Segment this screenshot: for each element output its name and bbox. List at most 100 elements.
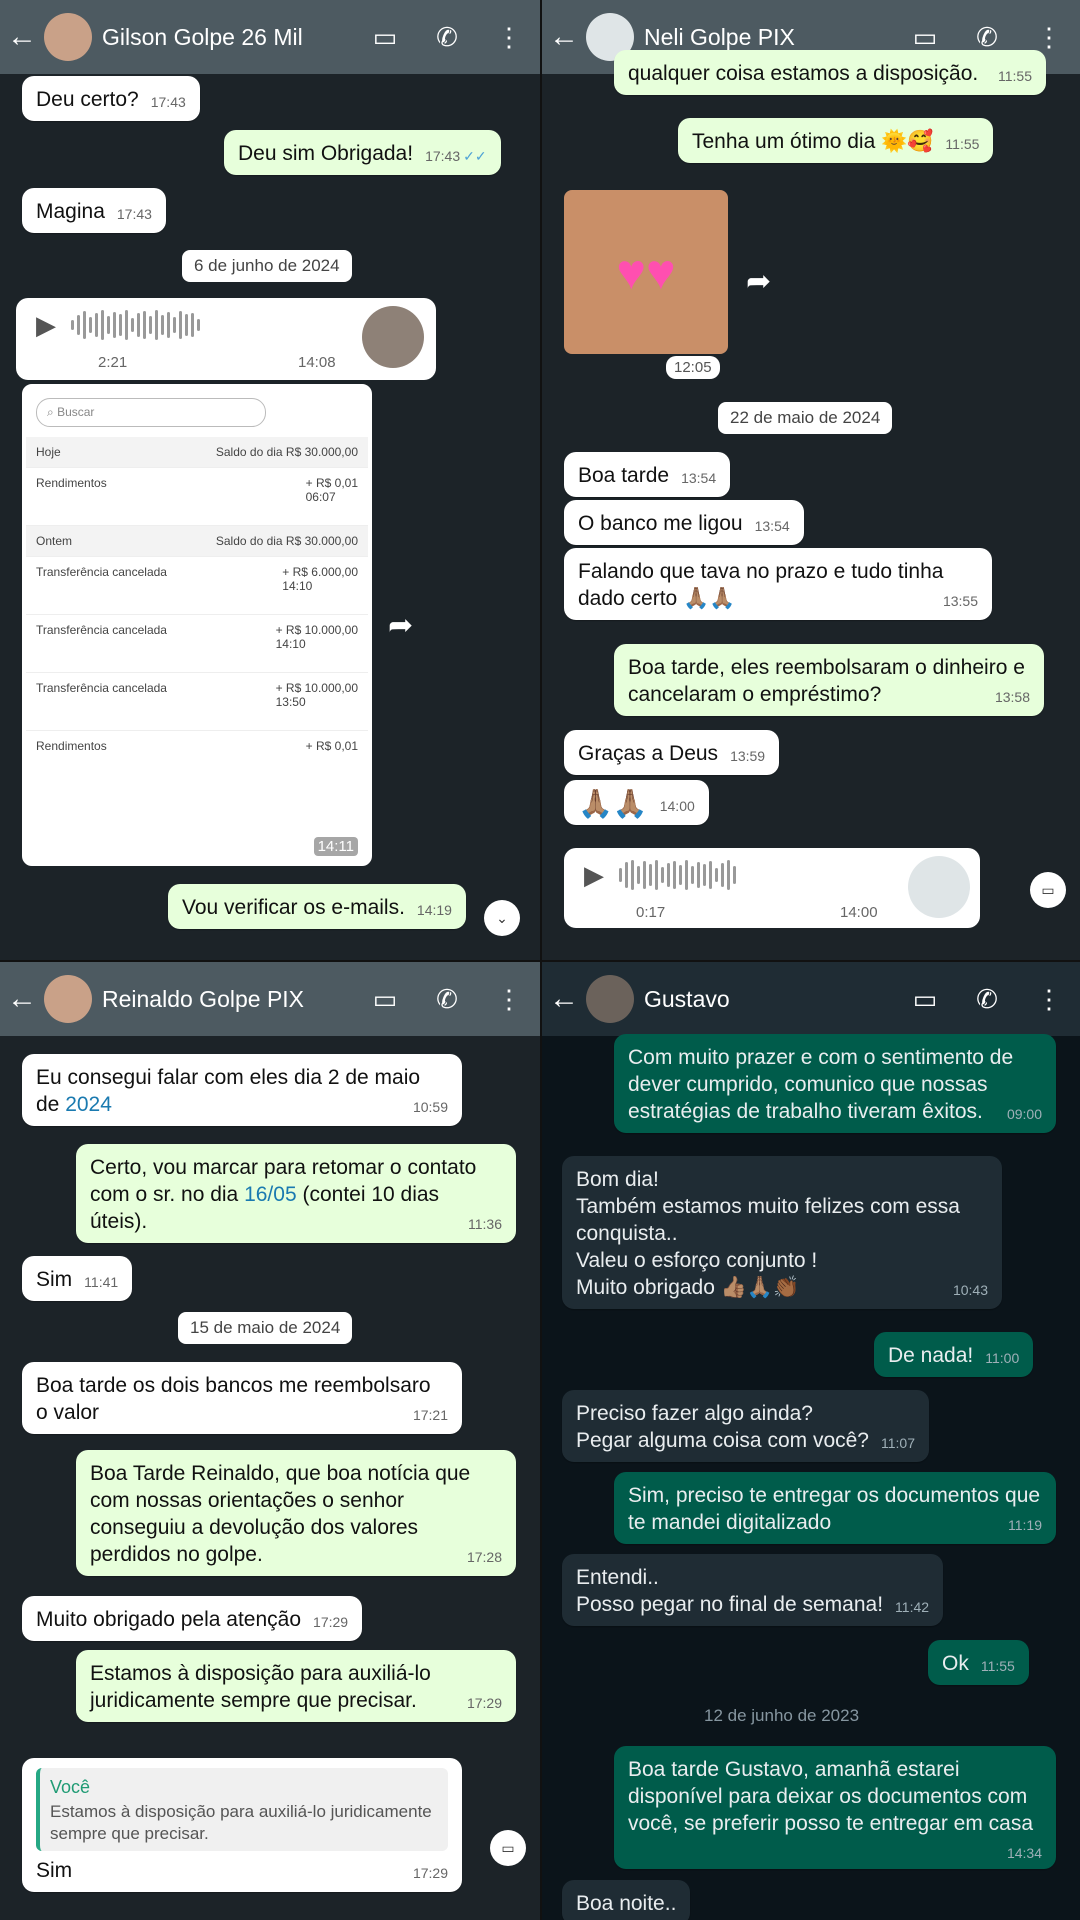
message-out[interactable]: Sim, preciso te entregar os documentos q…	[614, 1472, 1056, 1544]
message-out[interactable]: Deu sim Obrigada! 17:43 ✓✓	[224, 130, 501, 175]
message-out[interactable]: Certo, vou marcar para retomar o contato…	[76, 1144, 516, 1243]
contact-name[interactable]: Neli Golpe PIX	[644, 24, 894, 51]
message-in[interactable]: O banco me ligou 13:54	[564, 500, 804, 545]
image-message[interactable]: ⌕ Buscar Hoje Saldo do dia R$ 30.000,00 R…	[22, 384, 372, 866]
message-time: 14:11	[313, 837, 358, 856]
phone-icon[interactable]: ✆	[956, 984, 1018, 1015]
message-out[interactable]: Com muito prazer e com o sentimento de d…	[614, 1034, 1056, 1133]
video-call-icon[interactable]: ▭	[894, 984, 956, 1015]
date-separator: 6 de junho de 2024	[182, 250, 352, 282]
message-text: Muito obrigado pela atenção	[36, 1608, 302, 1631]
message-time: 14:00	[659, 798, 695, 814]
more-vert-icon[interactable]: ⋮	[478, 22, 540, 53]
chat-header: ← Gilson Golpe 26 Mil ▭ ✆ ⋮	[0, 0, 540, 74]
message-in[interactable]: Eu consegui falar com eles dia 2 de maio…	[22, 1054, 462, 1126]
forward-icon[interactable]: ➦	[746, 264, 771, 299]
message-text: Deu certo?	[36, 88, 139, 111]
message-time: 13:58	[994, 689, 1030, 705]
sticker-image[interactable]: ♥♥	[564, 190, 728, 354]
message-in[interactable]: Boa tarde os dois bancos me reembolsaro …	[22, 1362, 462, 1434]
voice-duration: 0:17	[636, 904, 666, 921]
message-out[interactable]: Boa tarde, eles reembolsaram o dinheiro …	[614, 644, 1044, 716]
play-icon[interactable]: ▶	[36, 310, 56, 341]
avatar[interactable]	[44, 975, 92, 1023]
back-arrow-icon[interactable]: ←	[542, 0, 586, 74]
play-icon[interactable]: ▶	[584, 860, 604, 891]
chat-header: ← Gustavo ▭ ✆ ⋮	[542, 962, 1080, 1036]
back-arrow-icon[interactable]: ←	[0, 962, 44, 1036]
more-vert-icon[interactable]: ⋮	[478, 984, 540, 1015]
message-text: Graças a Deus	[578, 742, 719, 765]
phone-icon[interactable]: ✆	[416, 22, 478, 53]
back-arrow-icon[interactable]: ←	[542, 962, 586, 1036]
forward-icon[interactable]: ➦	[388, 608, 413, 643]
search-input: ⌕ Buscar	[36, 398, 266, 427]
quoted-message[interactable]: Você Estamos à disposição para auxiliá-lo…	[36, 1768, 448, 1851]
message-time: 14:08	[298, 354, 336, 371]
message-out[interactable]: De nada! 11:00	[874, 1332, 1034, 1377]
message-in[interactable]: Sim 11:41	[22, 1256, 133, 1301]
message-out[interactable]: Tenha um ótimo dia 🌞🥰 11:55	[678, 118, 994, 163]
avatar	[908, 856, 970, 918]
video-call-icon[interactable]: ▭	[894, 22, 956, 53]
voice-message[interactable]: ▶ 0:17 14:00	[564, 848, 980, 928]
more-vert-icon[interactable]: ⋮	[1018, 22, 1080, 53]
message-text: Vou verificar os e-mails.	[182, 896, 405, 919]
message-out[interactable]: qualquer coisa estamos a disposição. 11:5…	[614, 50, 1046, 95]
message-time: 11:19	[1008, 1517, 1042, 1533]
message-text: Preciso fazer algo ainda? Pegar alguma c…	[576, 1402, 869, 1452]
message-time: 17:29	[313, 1614, 349, 1630]
message-in[interactable]: Muito obrigado pela atenção 17:29	[22, 1596, 363, 1641]
message-out[interactable]: Ok 11:55	[928, 1640, 1029, 1685]
phone-icon[interactable]: ✆	[956, 22, 1018, 53]
message-time: 11:41	[84, 1274, 119, 1290]
chat-panel-gilson: ← Gilson Golpe 26 Mil ▭ ✆ ⋮ Deu certo? 17…	[0, 0, 540, 960]
message-time: 11:55	[980, 1658, 1015, 1674]
avatar[interactable]	[44, 13, 92, 61]
message-in[interactable]: Graças a Deus 13:59	[564, 730, 780, 775]
message-text: Eu consegui falar com eles dia 2 de maio…	[36, 1066, 421, 1116]
message-in[interactable]: Magina 17:43	[22, 188, 166, 233]
back-arrow-icon[interactable]: ←	[0, 0, 44, 74]
message-out[interactable]: Boa Tarde Reinaldo, que boa notícia que …	[76, 1450, 516, 1576]
link[interactable]: 2024	[65, 1093, 112, 1116]
message-time: 11:00	[985, 1350, 1020, 1366]
video-note-icon[interactable]: ▭	[1030, 872, 1066, 908]
message-text: Certo, vou marcar para retomar o contato…	[90, 1156, 477, 1233]
message-time: 17:43 ✓✓	[425, 148, 487, 164]
video-call-icon[interactable]: ▭	[354, 984, 416, 1015]
contact-name[interactable]: Reinaldo Golpe PIX	[102, 986, 354, 1013]
message-in[interactable]: Bom dia! Também estamos muito felizes co…	[562, 1156, 1002, 1309]
message-in[interactable]: Boa noite..	[562, 1880, 691, 1920]
message-text: Estamos à disposição para auxiliá-lo jur…	[90, 1662, 431, 1712]
video-call-icon[interactable]: ▭	[354, 22, 416, 53]
message-out[interactable]: Estamos à disposição para auxiliá-lo jur…	[76, 1650, 516, 1722]
message-in[interactable]: Boa tarde 13:54	[564, 452, 731, 497]
more-vert-icon[interactable]: ⋮	[1018, 984, 1080, 1015]
collage: ← Gilson Golpe 26 Mil ▭ ✆ ⋮ Deu certo? 17…	[0, 0, 1080, 1920]
contact-name[interactable]: Gilson Golpe 26 Mil	[102, 24, 354, 51]
chat-header: ← Reinaldo Golpe PIX ▭ ✆ ⋮	[0, 962, 540, 1036]
date-separator: 22 de maio de 2024	[718, 402, 893, 434]
message-time: 17:29	[412, 1865, 448, 1881]
avatar[interactable]	[586, 975, 634, 1023]
date-separator: 15 de maio de 2024	[178, 1312, 353, 1344]
message-in[interactable]: Preciso fazer algo ainda? Pegar alguma c…	[562, 1390, 929, 1462]
message-in[interactable]: Entendi.. Posso pegar no final de semana…	[562, 1554, 944, 1626]
phone-icon[interactable]: ✆	[416, 984, 478, 1015]
chat-panel-gustavo: ← Gustavo ▭ ✆ ⋮ Com muito prazer e com o…	[542, 962, 1080, 1920]
message-time: 11:55	[945, 136, 980, 152]
message-in[interactable]: Deu certo? 17:43	[22, 76, 200, 121]
message-out[interactable]: Boa tarde Gustavo, amanhã estarei dispon…	[614, 1746, 1056, 1869]
message-in[interactable]: 🙏🏽🙏🏽 14:00	[564, 780, 709, 825]
scroll-down-icon[interactable]: ⌄	[484, 900, 520, 936]
message-time: 10:43	[952, 1282, 988, 1298]
video-note-icon[interactable]: ▭	[490, 1830, 526, 1866]
link[interactable]: 16/05	[244, 1183, 297, 1206]
message-out[interactable]: Vou verificar os e-mails. 14:19	[168, 884, 466, 929]
message-in[interactable]: Você Estamos à disposição para auxiliá-lo…	[22, 1758, 462, 1892]
contact-name[interactable]: Gustavo	[644, 986, 894, 1013]
message-time: 17:43	[150, 94, 186, 110]
voice-message[interactable]: ▶ 2:21 14:08	[16, 298, 436, 380]
message-in[interactable]: Falando que tava no prazo e tudo tinha d…	[564, 548, 992, 620]
